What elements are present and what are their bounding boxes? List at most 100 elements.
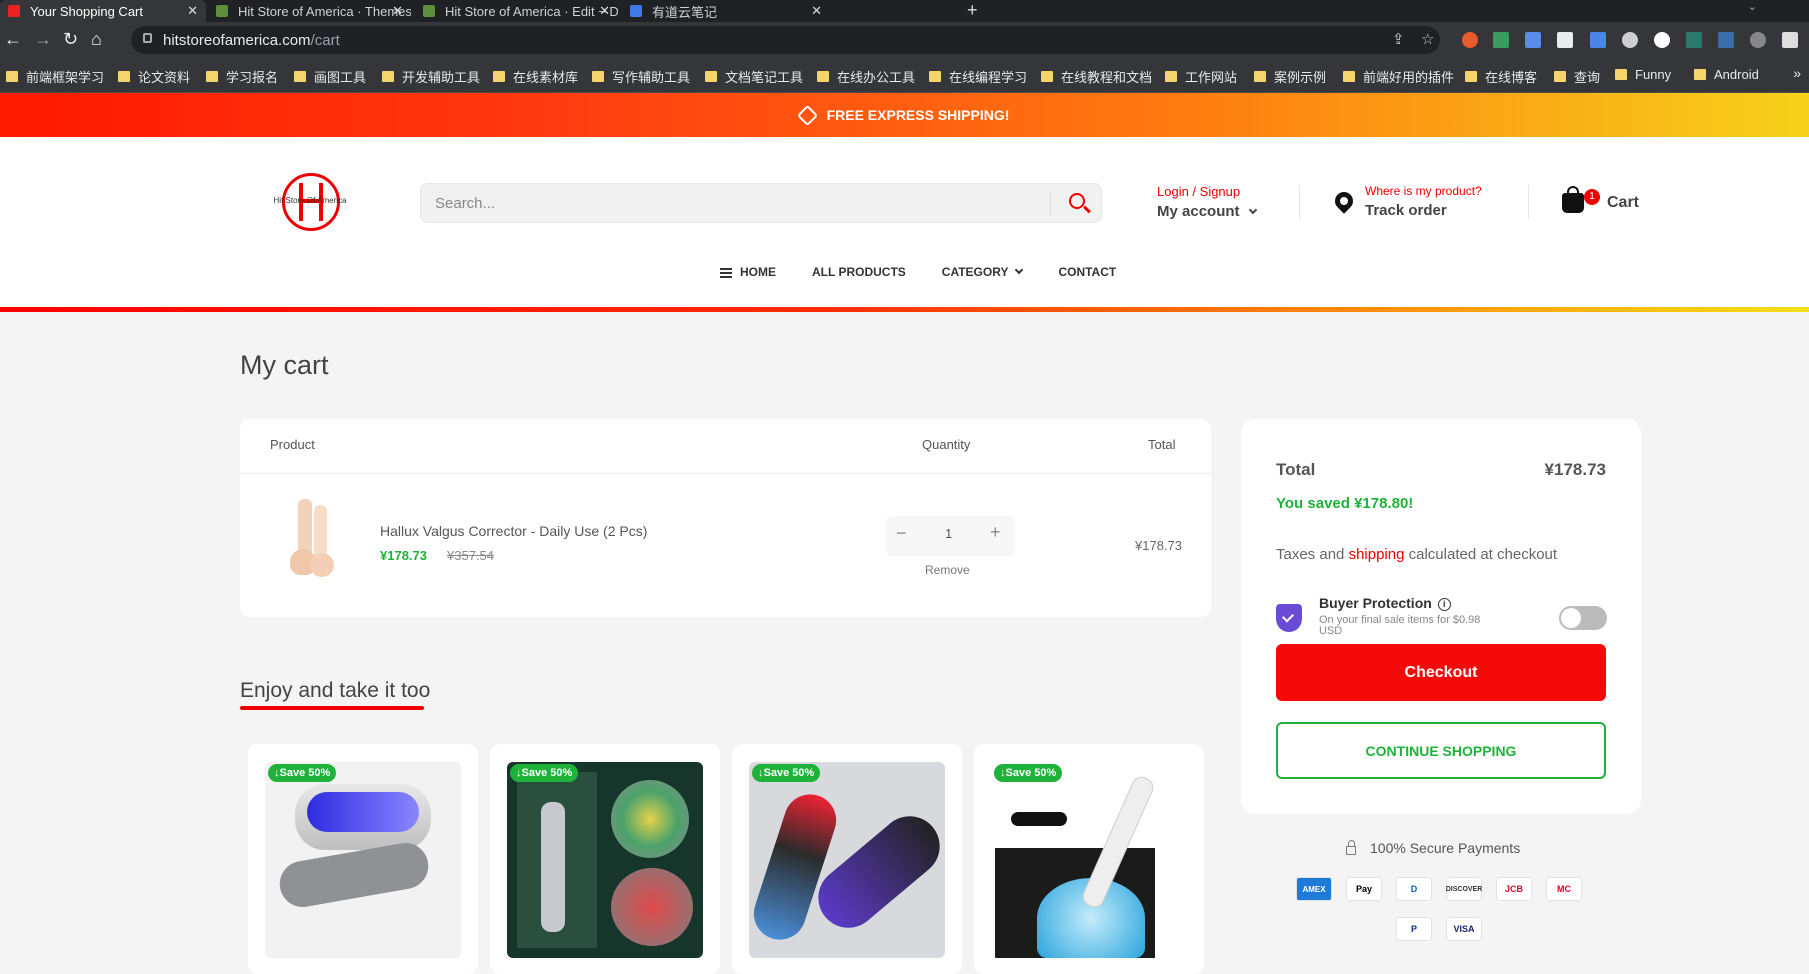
shipping-link[interactable]: shipping <box>1349 546 1405 563</box>
product-image[interactable]: ↓Save 50% <box>507 762 703 958</box>
extension-icon[interactable] <box>1462 32 1478 48</box>
extension-icon[interactable] <box>1718 32 1734 48</box>
savings-text: You saved ¥178.80! <box>1276 495 1414 512</box>
tab-themes[interactable]: Hit Store of America · Themes ✕ <box>208 0 411 22</box>
extension-icon[interactable] <box>1557 32 1573 48</box>
bookmark-folder[interactable]: 论文资料 <box>118 67 190 86</box>
close-tab-icon[interactable]: ✕ <box>392 3 403 19</box>
bookmark-folder[interactable]: 学习报名 <box>206 67 278 86</box>
page-title: My cart <box>240 350 329 380</box>
bookmark-label: 画图工具 <box>314 70 367 85</box>
nav-home[interactable]: HOME <box>720 265 776 279</box>
product-card[interactable]: ↓Save 50% <box>974 744 1204 974</box>
address-bar[interactable]: hitstoreofamerica.com/cart ⇪ ☆ <box>131 26 1440 54</box>
folder-icon <box>382 71 394 82</box>
bookmark-star-icon[interactable]: ☆ <box>1421 30 1434 48</box>
bookmark-folder[interactable]: 前端好用的插件 <box>1343 67 1454 86</box>
home-icon[interactable]: ⌂ <box>91 29 102 49</box>
info-icon[interactable]: i <box>1437 597 1451 611</box>
product-image[interactable]: ↓Save 50% <box>265 762 461 958</box>
tab-search-chevron-icon[interactable]: ⌄ <box>1748 0 1757 13</box>
checkout-button[interactable]: Checkout <box>1276 644 1606 701</box>
bp-title-text: Buyer Protection <box>1319 595 1432 611</box>
store-logo[interactable]: Hit Store Of America <box>260 173 360 233</box>
decrease-quantity-button[interactable]: − <box>896 523 907 544</box>
bookmark-folder[interactable]: 画图工具 <box>294 67 366 86</box>
account-menu[interactable]: Login / Signup My account <box>1157 184 1257 220</box>
bookmark-label: Android <box>1714 67 1759 82</box>
product-image[interactable]: ↓Save 50% <box>991 762 1187 958</box>
search-button[interactable] <box>1061 190 1095 218</box>
browser-tab-strip: Your Shopping Cart ✕ Hit Store of Americ… <box>0 0 1809 22</box>
product-card[interactable]: ↓Save 50% <box>732 744 962 974</box>
bookmark-folder[interactable]: 在线博客 <box>1465 67 1537 86</box>
login-signup-link[interactable]: Login / Signup <box>1157 184 1256 199</box>
remove-item-link[interactable]: Remove <box>925 563 970 577</box>
bookmark-folder[interactable]: 开发辅助工具 <box>382 67 480 86</box>
folder-icon <box>929 71 941 82</box>
close-tab-icon[interactable]: ✕ <box>811 3 822 19</box>
cart-items-card: Product Quantity Total Hallux Valgus Cor… <box>240 419 1211 617</box>
nav-contact[interactable]: CONTACT <box>1058 265 1116 279</box>
bookmark-folder[interactable]: Android <box>1694 67 1759 82</box>
increase-quantity-button[interactable]: + <box>990 522 1001 543</box>
extension-icon[interactable] <box>1686 32 1702 48</box>
extension-icon[interactable] <box>1654 32 1670 48</box>
nav-all-products[interactable]: ALL PRODUCTS <box>812 265 906 279</box>
back-arrow-icon[interactable]: ← <box>4 29 22 49</box>
extension-icon[interactable] <box>1750 32 1766 48</box>
puzzle-extensions-icon[interactable] <box>1782 32 1798 48</box>
product-card[interactable]: ↓Save 50% <box>248 744 478 974</box>
track-order-link[interactable]: Where is my product? Track order <box>1365 184 1482 219</box>
bookmark-folder[interactable]: 在线办公工具 <box>817 67 915 86</box>
bookmark-label: 前端框架学习 <box>26 70 105 85</box>
bookmark-folder[interactable]: 案例示例 <box>1254 67 1326 86</box>
extension-icon[interactable] <box>1622 32 1638 48</box>
nav-category[interactable]: CATEGORY <box>942 265 1024 279</box>
folder-icon <box>206 71 218 82</box>
tab-edit[interactable]: Hit Store of America · Edit ~ D ✕ <box>415 0 618 22</box>
close-tab-icon[interactable]: ✕ <box>599 3 610 19</box>
extension-icon[interactable] <box>1493 32 1509 48</box>
more-bookmarks-button[interactable]: » <box>1793 65 1801 81</box>
extension-icon[interactable] <box>1525 32 1541 48</box>
bookmark-folder[interactable]: Funny <box>1615 67 1671 82</box>
forward-arrow-icon[interactable]: → <box>34 29 52 49</box>
product-thumbnail[interactable] <box>284 499 344 579</box>
bookmark-folder[interactable]: 在线编程学习 <box>929 67 1027 86</box>
tag-icon <box>796 104 818 126</box>
tab-shopping-cart[interactable]: Your Shopping Cart ✕ <box>0 0 206 22</box>
search-input[interactable] <box>435 184 1035 222</box>
bookmark-folder[interactable]: 写作辅助工具 <box>592 67 690 86</box>
buyer-protection-title: Buyer Protection i <box>1319 595 1451 611</box>
close-tab-icon[interactable]: ✕ <box>187 3 198 19</box>
extension-icon[interactable] <box>1590 32 1606 48</box>
quantity-value[interactable]: 1 <box>945 526 952 541</box>
folder-icon <box>592 71 604 82</box>
tab-title: Hit Store of America · Themes <box>238 3 411 19</box>
save-badge: ↓Save 50% <box>994 764 1063 782</box>
buyer-protection-toggle[interactable] <box>1559 606 1607 630</box>
bookmark-folder[interactable]: 前端框架学习 <box>6 67 104 86</box>
apple-pay-icon: Pay <box>1346 877 1382 901</box>
discover-icon: DISCOVER <box>1446 877 1482 901</box>
bookmark-folder[interactable]: 在线教程和文档 <box>1041 67 1152 86</box>
save-badge: ↓Save 50% <box>510 764 579 782</box>
bookmark-folder[interactable]: 文档笔记工具 <box>705 67 803 86</box>
reload-icon[interactable]: ↻ <box>63 29 78 49</box>
cart-count-badge: 1 <box>1584 189 1600 205</box>
bookmark-folder[interactable]: 工作网站 <box>1165 67 1237 86</box>
share-icon[interactable]: ⇪ <box>1392 30 1405 48</box>
bookmark-folder[interactable]: 查询 <box>1554 67 1600 86</box>
cart-link[interactable]: Cart <box>1607 194 1639 212</box>
header-divider <box>1299 185 1300 219</box>
product-card[interactable]: ↓Save 50% <box>490 744 720 974</box>
bookmark-folder[interactable]: 在线素材库 <box>493 67 578 86</box>
product-name-link[interactable]: Hallux Valgus Corrector - Daily Use (2 P… <box>380 523 647 539</box>
save-badge: ↓Save 50% <box>268 764 337 782</box>
new-tab-button[interactable]: + <box>967 0 978 20</box>
product-image[interactable]: ↓Save 50% <box>749 762 945 958</box>
shopping-bag-icon[interactable] <box>1562 186 1584 213</box>
continue-shopping-button[interactable]: CONTINUE SHOPPING <box>1276 722 1606 779</box>
tab-youdao[interactable]: 有道云笔记 ✕ <box>622 0 830 22</box>
